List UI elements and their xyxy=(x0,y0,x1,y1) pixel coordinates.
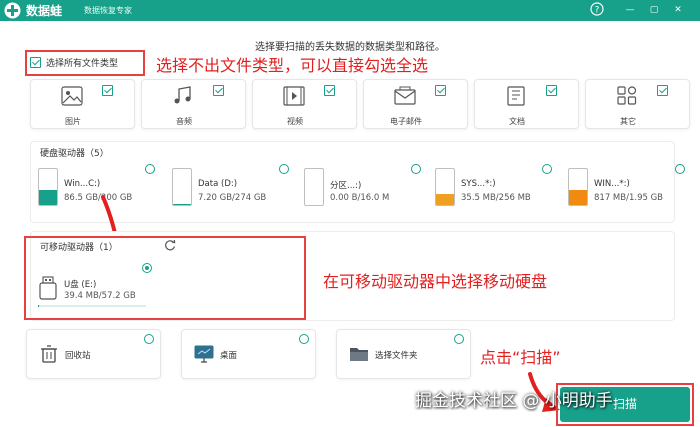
close-button[interactable]: ✕ xyxy=(670,2,686,18)
location-radio[interactable] xyxy=(454,334,464,344)
drive-name: 分区...:) xyxy=(330,181,362,191)
hard-drive-section-title: 硬盘驱动器（5） xyxy=(40,149,109,159)
drive-usage-fill xyxy=(39,189,57,205)
drive-size: 35.5 MB/256 MB xyxy=(461,193,531,203)
drive-name: Win...C:) xyxy=(64,179,101,189)
minimize-button[interactable]: — xyxy=(622,2,638,18)
removable-drive-item[interactable]: U盘 (E:) 39.4 MB/57.2 GB xyxy=(38,263,156,312)
removable-drive-section-title: 可移动驱动器（1） xyxy=(40,243,118,253)
drive-size: 817 MB/1.95 GB xyxy=(594,193,664,203)
checkbox[interactable] xyxy=(213,85,224,96)
drive-usage-fill xyxy=(173,203,191,205)
annotation-note-3: 点击“扫描” xyxy=(480,348,561,367)
annotation-note-1: 选择不出文件类型，可以直接勾选全选 xyxy=(156,56,429,75)
recycle-bin-icon xyxy=(41,345,57,363)
file-type-video[interactable]: 视频 xyxy=(252,79,357,129)
drive-radio[interactable] xyxy=(675,164,685,174)
file-type-other[interactable]: 其它 xyxy=(585,79,690,129)
location-radio[interactable] xyxy=(144,334,154,344)
checkbox[interactable] xyxy=(657,85,668,96)
drive-item[interactable]: SYS...*:) 35.5 MB/256 MB xyxy=(435,164,560,208)
removable-drive-name: U盘 (E:) xyxy=(64,280,97,290)
maximize-button[interactable]: ▢ xyxy=(646,2,662,18)
select-all-label: 选择所有文件类型 xyxy=(46,59,119,69)
drive-item[interactable]: Data (D:) 7.20 GB/274 GB xyxy=(172,164,297,208)
removable-drive-usage-fill xyxy=(38,305,40,307)
music-icon xyxy=(174,86,191,104)
location-label: 回收站 xyxy=(65,351,91,361)
file-type-label: 视频 xyxy=(287,117,303,126)
file-type-label: 其它 xyxy=(620,117,636,126)
location-select-folder[interactable]: 选择文件夹 xyxy=(336,329,471,379)
drive-usage-fill xyxy=(569,189,587,205)
checkbox[interactable] xyxy=(324,85,335,96)
removable-drive-size: 39.4 MB/57.2 GB xyxy=(64,291,136,301)
select-all-checkbox[interactable]: 选择所有文件类型 xyxy=(30,56,118,69)
app-name: 数据蛙 xyxy=(26,4,63,18)
file-type-email[interactable]: 电子邮件 xyxy=(363,79,468,129)
drive-size: 0.00 B/16.0 M xyxy=(330,193,390,203)
folder-icon xyxy=(350,348,368,361)
location-recycle-bin[interactable]: 回收站 xyxy=(26,329,161,379)
checkbox[interactable] xyxy=(102,85,113,96)
drive-usage-fill xyxy=(436,194,454,205)
drive-radio[interactable] xyxy=(279,164,289,174)
file-type-image[interactable]: 图片 xyxy=(30,79,135,129)
checkbox[interactable] xyxy=(546,85,557,96)
desktop-icon xyxy=(194,345,214,363)
drive-item[interactable]: 分区...:) 0.00 B/16.0 M xyxy=(304,164,429,208)
drive-item[interactable]: WIN...*:) 817 MB/1.95 GB xyxy=(568,164,693,208)
refresh-icon[interactable] xyxy=(164,239,176,251)
other-icon xyxy=(617,86,637,105)
image-icon xyxy=(61,86,83,106)
app-logo-icon xyxy=(4,2,21,19)
hard-drive-icon xyxy=(172,168,192,206)
drive-name: Data (D:) xyxy=(198,179,238,189)
location-radio[interactable] xyxy=(299,334,309,344)
drive-size: 7.20 GB/274 GB xyxy=(198,193,267,203)
drive-radio[interactable] xyxy=(411,164,421,174)
location-desktop[interactable]: 桌面 xyxy=(181,329,316,379)
title-bar: 数据蛙 数据恢复专家 ? — ▢ ✕ xyxy=(0,0,700,21)
drive-radio[interactable] xyxy=(542,164,552,174)
file-type-label: 音频 xyxy=(176,117,192,126)
help-icon: ? xyxy=(590,2,604,16)
document-icon xyxy=(507,86,525,106)
hard-drive-icon xyxy=(435,168,455,206)
drive-name: WIN...*:) xyxy=(594,179,630,189)
app-subtitle: 数据恢复专家 xyxy=(84,6,132,15)
file-type-document[interactable]: 文档 xyxy=(474,79,579,129)
email-icon xyxy=(394,86,416,105)
checkbox[interactable] xyxy=(435,85,446,96)
watermark-text: 掘金技术社区 @ 小明助手 xyxy=(415,391,613,411)
annotation-note-2: 在可移动驱动器中选择移动硬盘 xyxy=(323,272,548,291)
hard-drive-icon xyxy=(568,168,588,206)
hard-drive-icon xyxy=(38,168,58,206)
file-type-label: 电子邮件 xyxy=(390,117,422,126)
file-type-audio[interactable]: 音频 xyxy=(141,79,246,129)
file-type-label: 图片 xyxy=(65,117,81,126)
checkbox[interactable] xyxy=(30,57,41,68)
svg-text:?: ? xyxy=(595,6,600,16)
file-type-label: 文档 xyxy=(509,117,525,126)
usb-drive-icon xyxy=(38,276,58,300)
drive-name: SYS...*:) xyxy=(461,179,496,189)
location-label: 桌面 xyxy=(220,351,238,361)
removable-drive-usage-bar xyxy=(38,305,146,307)
removable-drive-radio[interactable] xyxy=(142,263,152,273)
video-icon xyxy=(283,86,305,106)
help-button[interactable]: ? xyxy=(589,2,605,18)
hard-drive-icon xyxy=(304,168,324,206)
drive-radio[interactable] xyxy=(145,164,155,174)
location-label: 选择文件夹 xyxy=(375,351,418,361)
